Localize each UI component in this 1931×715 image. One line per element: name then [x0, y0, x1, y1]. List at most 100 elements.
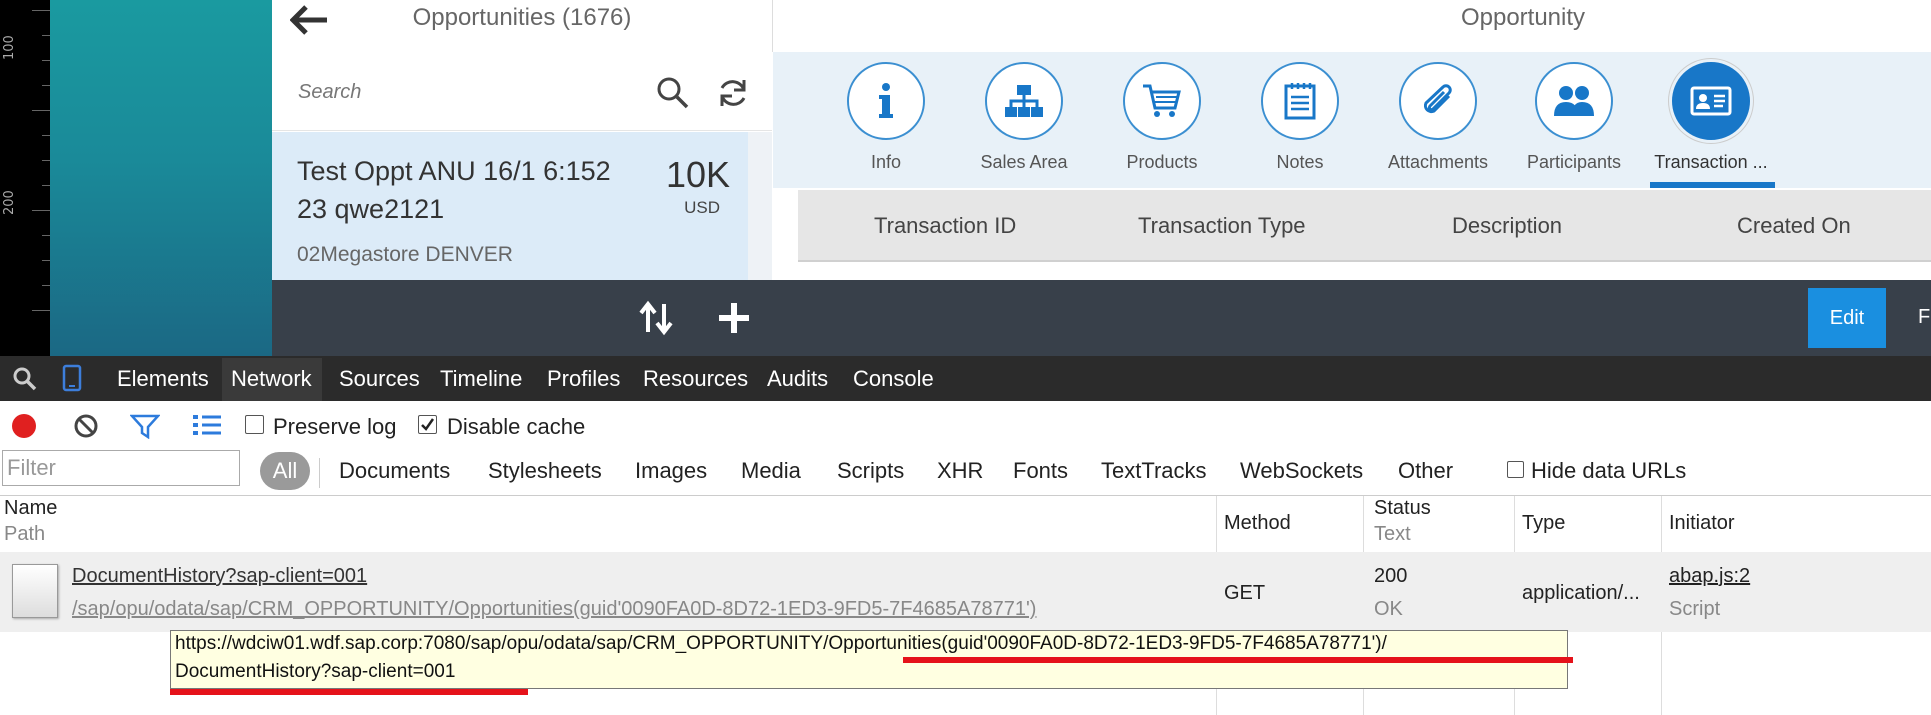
ruler-tick	[42, 60, 50, 61]
column-description[interactable]: Description	[1452, 213, 1562, 239]
footer-more-button[interactable]: F	[1918, 306, 1930, 329]
list-item-title: Test Oppt ANU 16/1 6:152 23 qwe2121	[297, 152, 642, 228]
filter-other[interactable]: Other	[1398, 458, 1453, 484]
list-item-title-line2: 23 qwe2121	[297, 194, 445, 224]
ruler-label: 100	[2, 35, 17, 60]
filter-input[interactable]	[2, 450, 240, 486]
column-path[interactable]: Path	[4, 523, 45, 546]
search-icon[interactable]	[656, 76, 690, 115]
ruler-tick	[42, 135, 50, 136]
disable-cache-checkbox[interactable]	[418, 415, 437, 434]
device-mode-icon[interactable]	[62, 364, 82, 397]
sort-icon[interactable]	[638, 300, 674, 341]
filter-websockets[interactable]: WebSockets	[1240, 458, 1363, 484]
tab-label: Info	[870, 152, 902, 172]
filter-media[interactable]: Media	[741, 458, 801, 484]
add-icon[interactable]	[716, 300, 752, 341]
column-status[interactable]: Status	[1374, 497, 1431, 520]
column-text[interactable]: Text	[1374, 523, 1411, 546]
column-name[interactable]: Name	[4, 497, 57, 520]
list-item-subtitle: 02Megastore DENVER	[297, 243, 513, 266]
refresh-icon[interactable]	[716, 76, 750, 115]
disable-cache-label: Disable cache	[447, 414, 586, 439]
filter-scripts[interactable]: Scripts	[837, 458, 904, 484]
selected-tab-indicator	[1650, 182, 1775, 188]
tab-participants[interactable]: Participants	[1514, 62, 1634, 173]
paperclip-icon	[1423, 84, 1452, 114]
ruler-tick	[32, 10, 50, 11]
request-path[interactable]: /sap/opu/odata/sap/CRM_OPPORTUNITY/Oppor…	[72, 598, 1036, 621]
search-input[interactable]	[296, 74, 640, 110]
filter-stylesheets[interactable]: Stylesheets	[488, 458, 602, 484]
list-item-title-line1: Test Oppt ANU 16/1 6:152	[297, 156, 611, 186]
tab-notes[interactable]: Notes	[1240, 62, 1360, 173]
request-status-text: OK	[1374, 598, 1403, 620]
list-item-currency: USD	[684, 198, 720, 217]
tab-label: Notes	[1276, 152, 1324, 172]
people-icon	[1554, 86, 1594, 116]
request-name[interactable]: DocumentHistory?sap-client=001	[72, 565, 367, 588]
detail-title: Opportunity	[1460, 4, 1586, 31]
record-icon[interactable]	[12, 414, 36, 438]
request-initiator[interactable]: abap.js:2	[1669, 565, 1750, 588]
ruler-tick	[42, 35, 50, 36]
ruler-tick	[42, 260, 50, 261]
filter-documents[interactable]: Documents	[339, 458, 450, 484]
request-status: 200	[1374, 565, 1408, 587]
tab-label: Sales Area	[980, 152, 1068, 172]
tab-label: Participants	[1526, 152, 1622, 172]
master-title: Opportunities (1676)	[412, 4, 632, 31]
inspect-search-icon[interactable]	[12, 366, 38, 397]
tooltip-url-line2: DocumentHistory?sap-client=001	[175, 661, 456, 682]
ruler-tick	[42, 85, 50, 86]
list-item-amount: 10K	[665, 154, 730, 195]
request-method: GET	[1224, 582, 1266, 604]
column-transaction-id[interactable]: Transaction ID	[874, 213, 1016, 239]
devtools-tab-audits[interactable]: Audits	[767, 366, 828, 392]
tab-sales-area[interactable]: Sales Area	[964, 62, 1084, 173]
check-icon	[421, 418, 435, 431]
preserve-log-label: Preserve log	[273, 414, 397, 439]
network-table-header	[0, 496, 1931, 553]
tab-transaction-history[interactable]: Transaction ...	[1651, 62, 1771, 173]
devtools-tab-network[interactable]: Network	[231, 366, 312, 392]
tab-products[interactable]: Products	[1102, 62, 1222, 173]
filter-divider	[319, 458, 320, 488]
filter-images[interactable]: Images	[635, 458, 707, 484]
devtools-tab-elements[interactable]: Elements	[117, 366, 209, 392]
filter-texttracks[interactable]: TextTracks	[1101, 458, 1207, 484]
column-initiator[interactable]: Initiator	[1669, 512, 1735, 535]
org-chart-icon	[1005, 85, 1043, 117]
tab-attachments[interactable]: Attachments	[1378, 62, 1498, 173]
devtools-tab-timeline[interactable]: Timeline	[440, 366, 522, 392]
column-transaction-type[interactable]: Transaction Type	[1138, 213, 1306, 239]
tab-label: Attachments	[1387, 152, 1489, 172]
ruler-tick	[42, 185, 50, 186]
ruler-tick	[42, 235, 50, 236]
filter-fonts[interactable]: Fonts	[1013, 458, 1068, 484]
tab-label: Transaction ...	[1654, 152, 1768, 172]
filter-all-button[interactable]: All	[260, 452, 310, 490]
ruler-tick	[42, 160, 50, 161]
list-scrollbar[interactable]	[748, 132, 772, 280]
column-created-on[interactable]: Created On	[1737, 213, 1851, 239]
list-view-icon[interactable]	[192, 413, 222, 442]
annotation-underline	[903, 657, 1573, 663]
filter-funnel-icon[interactable]	[129, 413, 161, 444]
annotation-underline	[170, 689, 528, 695]
notes-icon	[1284, 83, 1316, 120]
devtools-tab-sources[interactable]: Sources	[339, 366, 420, 392]
devtools-tab-profiles[interactable]: Profiles	[547, 366, 620, 392]
tab-info[interactable]: Info	[826, 62, 946, 173]
preserve-log-checkbox[interactable]	[245, 415, 264, 434]
column-type[interactable]: Type	[1522, 512, 1565, 535]
filter-xhr[interactable]: XHR	[937, 458, 983, 484]
devtools-tab-resources[interactable]: Resources	[643, 366, 748, 392]
column-method[interactable]: Method	[1224, 512, 1291, 535]
devtools-tab-console[interactable]: Console	[853, 366, 934, 392]
edit-button[interactable]: Edit	[1808, 288, 1886, 348]
hide-data-urls-label: Hide data URLs	[1531, 458, 1687, 483]
ruler-tick	[32, 110, 50, 111]
clear-icon[interactable]	[73, 413, 99, 444]
hide-data-urls-checkbox[interactable]	[1507, 461, 1524, 478]
